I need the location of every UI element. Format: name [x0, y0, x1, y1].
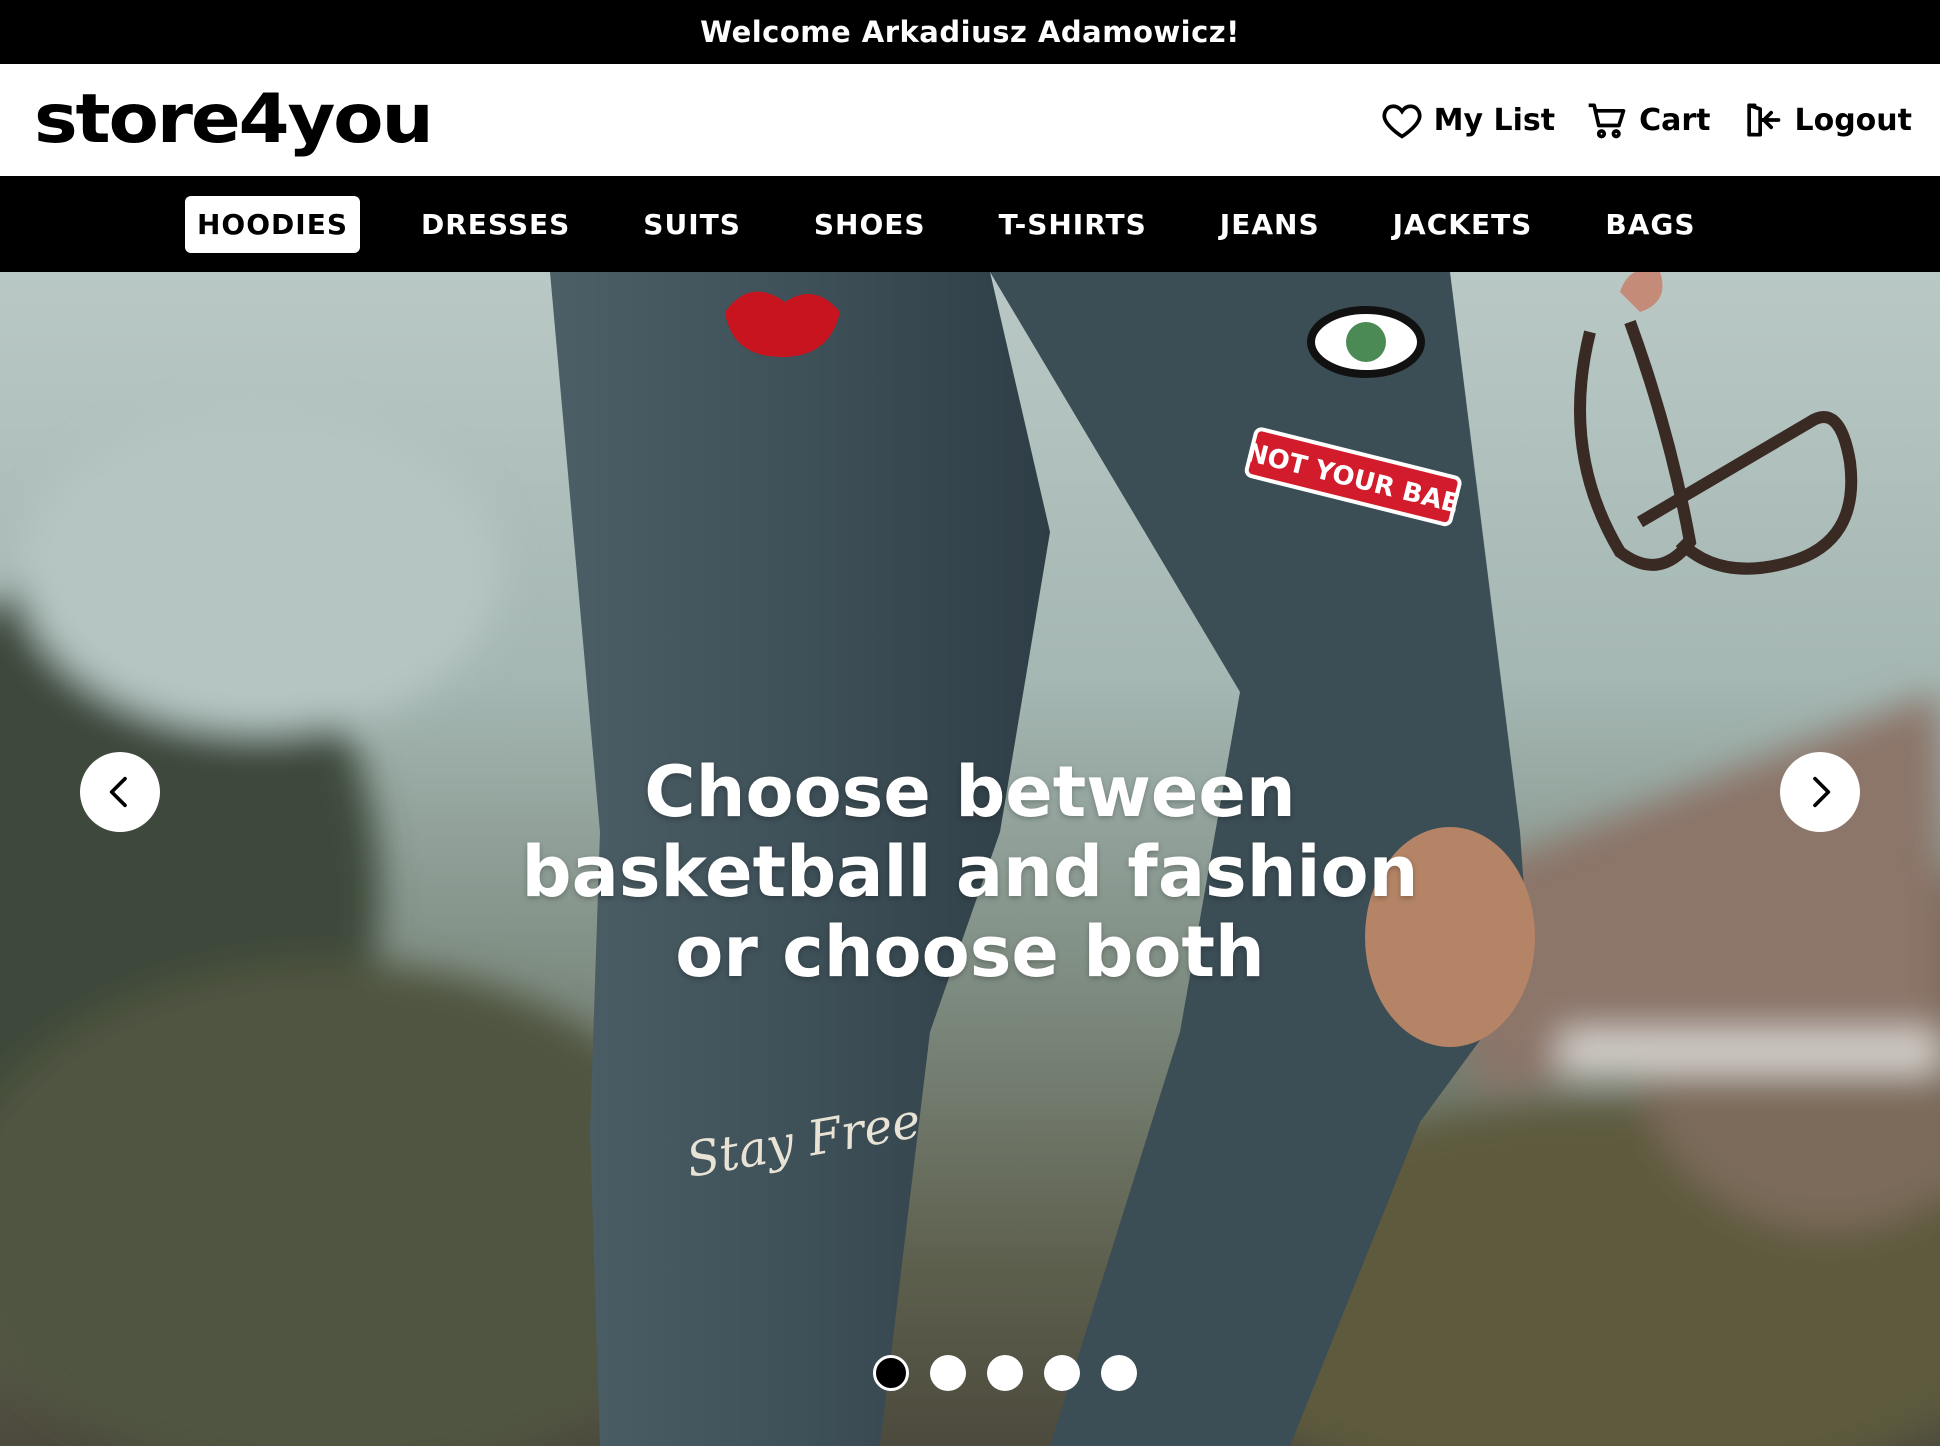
nav-item-shoes[interactable]: SHOES	[802, 196, 938, 253]
heart-icon	[1382, 104, 1422, 139]
carousel-dot[interactable]	[930, 1355, 966, 1391]
carousel-dot[interactable]	[1101, 1355, 1137, 1391]
site-header: store4you My List Cart Logout	[0, 64, 1940, 176]
nav-item-jackets[interactable]: JACKETS	[1381, 196, 1545, 253]
header-actions: My List Cart Logout	[1380, 98, 1912, 142]
logout-icon	[1747, 103, 1781, 137]
carousel-dot[interactable]	[987, 1355, 1023, 1391]
carousel-dot[interactable]	[873, 1355, 909, 1391]
hero-headline: Choose between basketball and fashion or…	[420, 752, 1520, 992]
welcome-text: Welcome Arkadiusz Adamowicz!	[700, 15, 1240, 49]
nav-item-jeans[interactable]: JEANS	[1208, 196, 1332, 253]
chevron-left-icon	[109, 776, 127, 808]
nav-item-t-shirts[interactable]: T-SHIRTS	[987, 196, 1159, 253]
cart-link[interactable]: Cart	[1585, 98, 1710, 142]
headline-line-3: or choose both	[675, 911, 1265, 993]
my-list-label: My List	[1433, 102, 1556, 138]
carousel-next-button[interactable]	[1780, 752, 1860, 832]
nav-item-hoodies[interactable]: HOODIES	[185, 195, 360, 253]
logout-label: Logout	[1794, 102, 1912, 138]
nav-item-suits[interactable]: SUITS	[631, 196, 753, 253]
nav-item-bags[interactable]: BAGS	[1593, 196, 1707, 253]
nav-item-dresses[interactable]: DRESSES	[409, 196, 582, 253]
category-nav: HOODIES DRESSES SUITS SHOES T-SHIRTS JEA…	[0, 176, 1940, 272]
carousel-prev-button[interactable]	[80, 752, 160, 832]
my-list-link[interactable]: My List	[1380, 98, 1555, 142]
cart-icon	[1588, 103, 1626, 139]
hero-carousel: NOT YOUR BAE Stay Free Choose between ba…	[0, 272, 1940, 1446]
logo[interactable]: store4you	[34, 86, 434, 154]
headline-line-2: basketball and fashion	[521, 831, 1419, 913]
logout-link[interactable]: Logout	[1740, 98, 1912, 142]
cart-label: Cart	[1639, 102, 1711, 138]
welcome-bar: Welcome Arkadiusz Adamowicz!	[0, 0, 1940, 64]
chevron-right-icon	[1813, 776, 1831, 808]
carousel-dots	[873, 1355, 1137, 1391]
headline-line-1: Choose between	[644, 751, 1296, 833]
carousel-dot[interactable]	[1044, 1355, 1080, 1391]
